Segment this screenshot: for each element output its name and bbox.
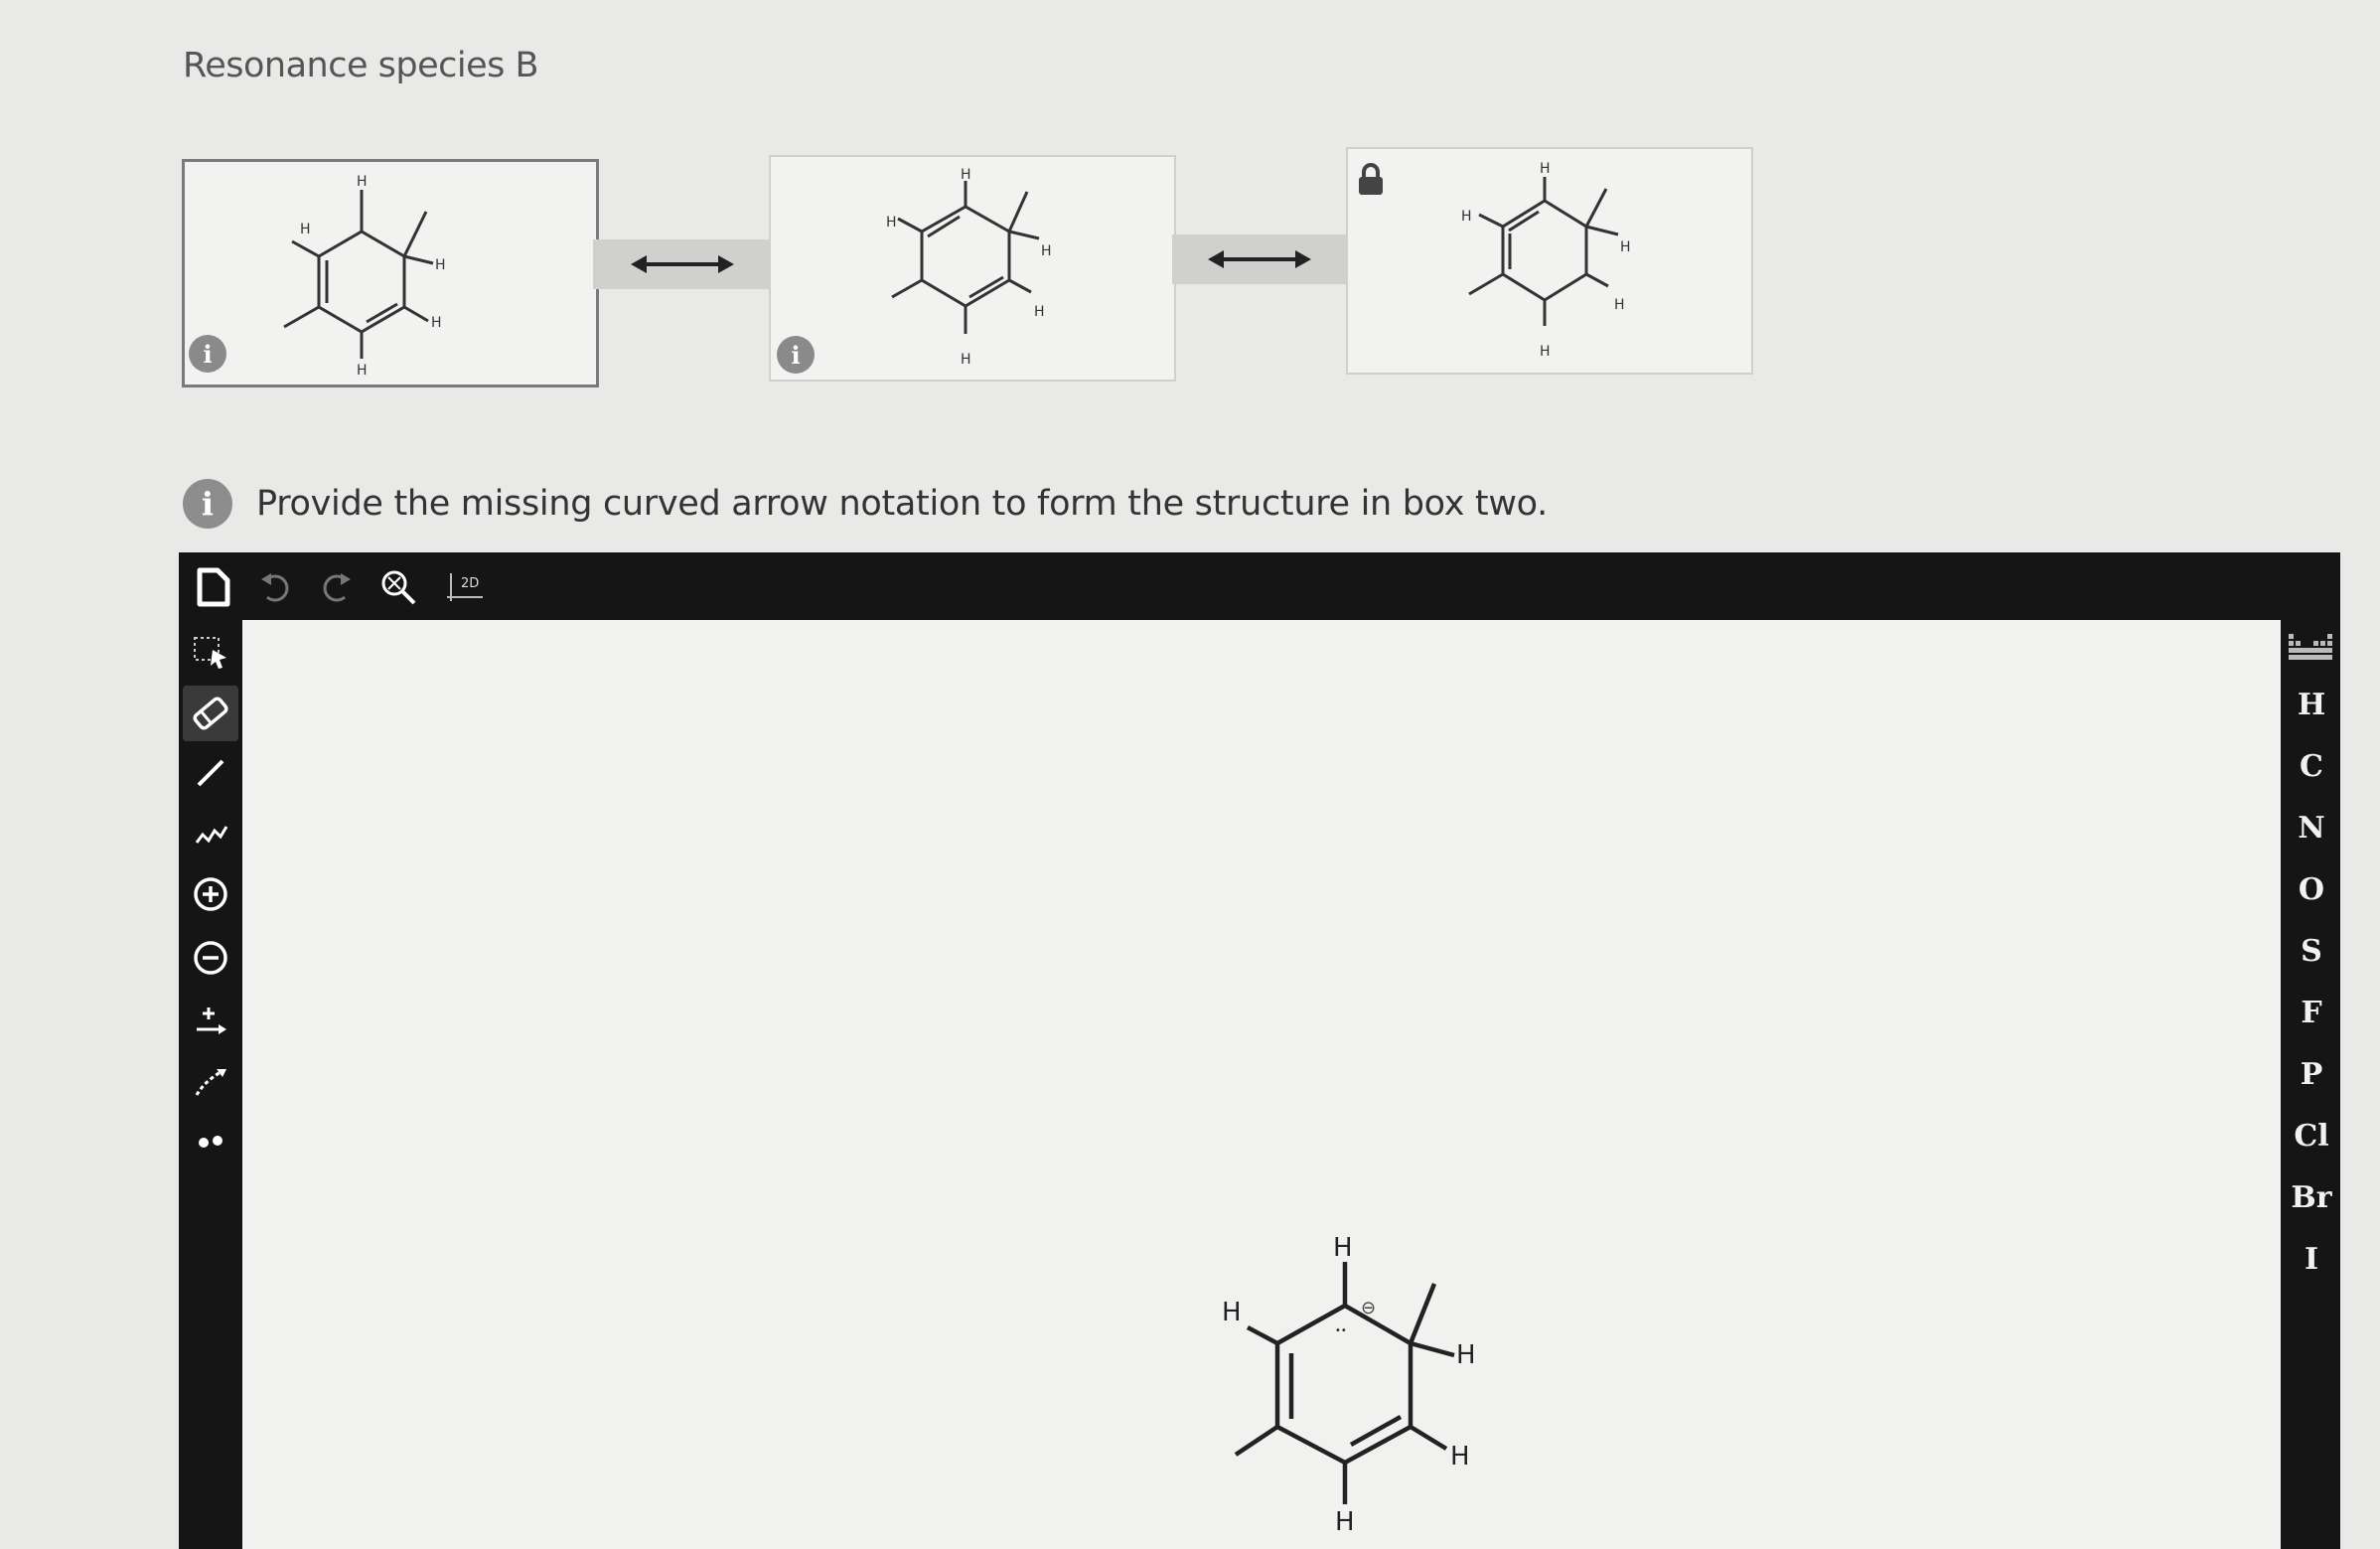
h-atom-label: H (886, 215, 897, 231)
zoom-icon[interactable] (375, 564, 421, 610)
element-f-button[interactable]: F (2287, 988, 2336, 1037)
h-atom-label: H (431, 315, 442, 331)
resonance-arrow-2 (1172, 234, 1346, 284)
h-atom-label: H (300, 222, 311, 237)
h-atom-label: H (1620, 239, 1631, 255)
h-atom-label: H (1335, 1507, 1355, 1537)
eraser-tool[interactable] (183, 686, 238, 741)
tool-palette (179, 620, 242, 1549)
element-cl-button[interactable]: Cl (2287, 1111, 2336, 1161)
h-atom-label: H (357, 363, 368, 379)
lone-pair-label: •• (1335, 1325, 1347, 1336)
h-atom-label: H (961, 167, 971, 183)
electron-flow-tool[interactable] (183, 1053, 238, 1109)
element-palette: H C N O S F P Cl Br I (2281, 620, 2340, 1549)
negative-charge-label: ⊖ (1361, 1298, 1376, 1318)
element-br-button[interactable]: Br (2287, 1172, 2336, 1222)
benzene-anion-structure: H H H H H ⊖ •• (1222, 1233, 1476, 1537)
structure-2-drawing: H H H H H (886, 167, 1052, 368)
structure-3-drawing: H H H H H (1461, 161, 1631, 360)
h-atom-label: H (1041, 243, 1052, 259)
element-c-button[interactable]: C (2287, 741, 2336, 791)
element-o-button[interactable]: O (2287, 864, 2336, 914)
h-atom-label: H (435, 257, 446, 273)
bond-tool[interactable] (183, 745, 238, 801)
redo-icon[interactable] (314, 564, 360, 610)
h-atom-label: H (1333, 1233, 1353, 1263)
prompt-text: Provide the missing curved arrow notatio… (256, 484, 1548, 524)
h-atom-label: H (1540, 344, 1551, 360)
lone-pair-tool[interactable] (183, 1113, 238, 1168)
element-i-button[interactable]: I (2287, 1234, 2336, 1284)
clean-2d-button[interactable]: 2D (443, 564, 499, 610)
clean-2d-label: 2D (461, 576, 479, 591)
h-atom-label: H (1222, 1298, 1242, 1327)
h-atom-label: H (1614, 297, 1625, 313)
h-atom-label: H (1461, 209, 1472, 225)
info-icon[interactable]: i (183, 479, 232, 529)
selection-tool[interactable] (183, 624, 238, 680)
info-icon[interactable]: i (189, 335, 226, 373)
info-icon[interactable]: i (777, 336, 815, 374)
h-atom-label: H (1456, 1340, 1476, 1370)
positive-charge-tool[interactable] (183, 866, 238, 922)
drawing-editor: 2D H H H H H ⊖ •• H C N O S F P Cl Br I (179, 552, 2340, 1549)
curved-arrow-tool[interactable] (183, 994, 238, 1049)
drawing-canvas[interactable]: H H H H H ⊖ •• (242, 620, 2281, 1549)
h-atom-label: H (1540, 161, 1551, 177)
h-atom-label: H (357, 174, 368, 190)
periodic-table-icon[interactable] (2289, 634, 2332, 664)
undo-icon[interactable] (252, 564, 298, 610)
chain-tool[interactable] (183, 805, 238, 860)
element-s-button[interactable]: S (2287, 926, 2336, 976)
document-icon[interactable] (191, 564, 236, 610)
editor-toolbar: 2D (179, 552, 2340, 620)
h-atom-label: H (1034, 304, 1045, 320)
resonance-arrow-1 (593, 239, 769, 289)
h-atom-label: H (961, 352, 971, 368)
element-n-button[interactable]: N (2287, 803, 2336, 852)
element-p-button[interactable]: P (2287, 1049, 2336, 1099)
section-title: Resonance species B (183, 46, 539, 85)
structure-box-2[interactable]: H H H H H i (769, 155, 1176, 382)
structure-box-1[interactable]: H H H H H i (182, 159, 599, 387)
structure-1-drawing: H H H H H (283, 174, 446, 379)
question-prompt: i Provide the missing curved arrow notat… (183, 479, 1548, 529)
element-h-button[interactable]: H (2287, 680, 2336, 729)
structure-box-3[interactable]: H H H H H (1346, 147, 1753, 375)
h-atom-label: H (1450, 1442, 1470, 1472)
negative-charge-tool[interactable] (183, 930, 238, 986)
